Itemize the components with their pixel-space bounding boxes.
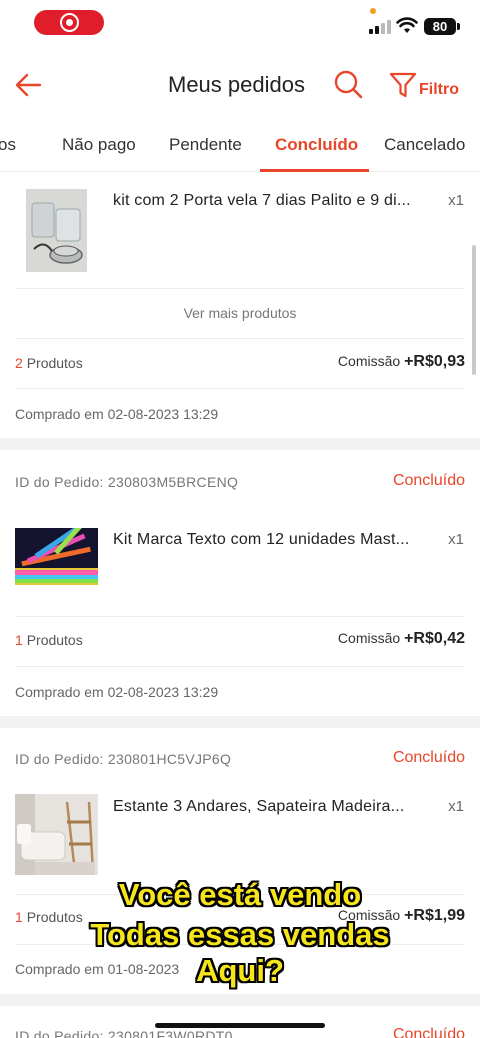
tab-todos[interactable]: os (0, 135, 16, 155)
order-status: Concluído (392, 749, 465, 766)
signal-icon (369, 20, 391, 34)
order-status: Concluído (392, 472, 465, 489)
commission: Comissão +R$0,42 (338, 630, 465, 648)
order-card[interactable]: ID do Pedido: 230801F3W0RDT0 Concluído (0, 1006, 480, 1038)
order-id: ID do Pedido: 230801HC5VJP6Q (15, 751, 232, 767)
page-title: Meus pedidos (168, 72, 305, 97)
order-id: ID do Pedido: 230803M5BRCENQ (15, 474, 239, 490)
divider (15, 388, 465, 389)
header: Meus pedidos Filtro (0, 50, 480, 118)
scrollbar[interactable] (472, 245, 476, 375)
divider (15, 338, 465, 339)
product-quantity: x1 (448, 192, 464, 209)
status-bar: 80 (0, 0, 480, 50)
product-image[interactable] (26, 189, 87, 272)
purchase-date: Comprado em 02-08-2023 13:29 (15, 684, 219, 700)
products-count-number: 2 (15, 355, 23, 371)
tab-concluido[interactable]: Concluído (275, 135, 358, 155)
order-id: ID do Pedido: 230801F3W0RDT0 (15, 1028, 233, 1038)
tab-nao-pago[interactable]: Não pago (62, 135, 136, 155)
tab-cancelado[interactable]: Cancelado (384, 135, 465, 155)
product-quantity: x1 (448, 531, 464, 548)
products-count-number: 1 (15, 632, 23, 648)
status-tabs: os Não pago Pendente Concluído Cancelado (0, 118, 480, 172)
commission-value: +R$0,42 (404, 630, 465, 647)
products-count: 2 Produtos (15, 355, 83, 371)
product-image[interactable] (15, 528, 98, 585)
filter-icon[interactable] (388, 70, 418, 100)
products-count-label: Produtos (26, 355, 83, 371)
caption-line-3: Aqui? (196, 953, 284, 988)
caption-line-2: Todas essas vendas (90, 917, 390, 952)
products-count-label: Produtos (26, 632, 83, 648)
home-indicator[interactable] (155, 1023, 325, 1028)
record-icon[interactable] (34, 10, 104, 35)
product-quantity: x1 (448, 798, 464, 815)
divider (15, 288, 465, 289)
commission: Comissão +R$0,93 (338, 353, 465, 371)
commission-value: +R$0,93 (404, 353, 465, 370)
battery-indicator: 80 (424, 18, 456, 35)
arrow-left-icon[interactable] (12, 68, 46, 102)
tab-pendente[interactable]: Pendente (169, 135, 242, 155)
privacy-indicator-icon (370, 8, 376, 14)
product-title[interactable]: Estante 3 Andares, Sapateira Madeira... (113, 798, 405, 816)
purchase-date: Comprado em 02-08-2023 13:29 (15, 406, 219, 422)
search-icon[interactable] (332, 68, 364, 100)
order-card[interactable]: ID do Pedido: 230803M5BRCENQ Concluído K… (0, 450, 480, 716)
commission-label: Comissão (337, 353, 401, 369)
divider (15, 666, 465, 667)
product-title[interactable]: kit com 2 Porta vela 7 dias Palito e 9 d… (113, 192, 411, 210)
battery-tip (457, 23, 460, 30)
product-title[interactable]: Kit Marca Texto com 12 unidades Mast... (113, 531, 410, 549)
order-status: Concluído (392, 1026, 465, 1038)
commission-label: Comissão (337, 630, 401, 646)
wifi-icon (396, 17, 418, 33)
products-count: 1 Produtos (15, 632, 83, 648)
product-image[interactable] (15, 794, 98, 875)
divider (15, 616, 465, 617)
see-more-products-link[interactable]: Ver mais produtos (0, 305, 480, 321)
filter-button[interactable]: Filtro (419, 81, 459, 99)
caption-line-1: Você está vendo (118, 877, 362, 912)
order-card[interactable]: kit com 2 Porta vela 7 dias Palito e 9 d… (0, 172, 480, 438)
